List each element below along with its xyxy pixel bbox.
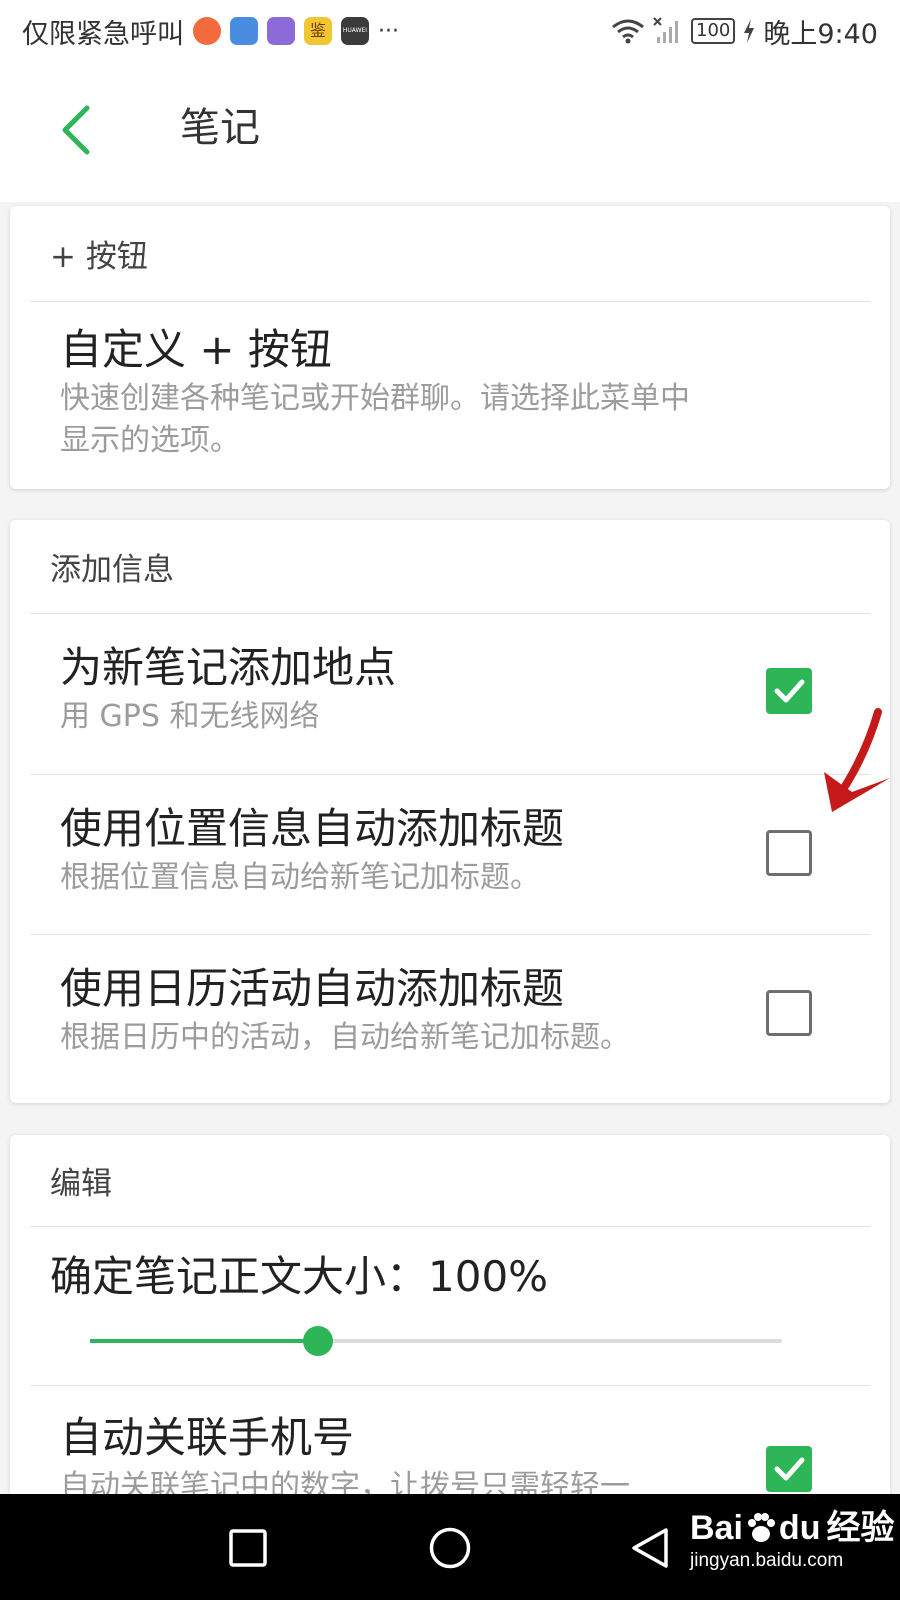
section-header: 添加信息 bbox=[30, 520, 870, 614]
item-title: 自动关联手机号 bbox=[60, 1413, 355, 1462]
checkmark-icon bbox=[774, 1457, 805, 1481]
red-arrow-icon bbox=[824, 708, 890, 812]
checkmark-icon bbox=[774, 679, 805, 703]
section-header: + 按钮 bbox=[30, 206, 870, 302]
paw-icon bbox=[747, 1513, 775, 1542]
item-title: 使用日历活动自动添加标题 bbox=[60, 964, 565, 1013]
app-header: 笔记 bbox=[0, 62, 900, 202]
status-bar-left: 仅限紧急呼叫 鉴 HUAWEI ··· bbox=[22, 12, 399, 51]
watermark-suffix: 经验 bbox=[826, 1509, 895, 1547]
item-subtitle: 根据日历中的活动，自动给新笔记加标题。 bbox=[60, 1020, 630, 1055]
location-title-checkbox[interactable] bbox=[766, 830, 812, 876]
item-subtitle-cont: 显示的选项。 bbox=[60, 423, 240, 458]
status-bar: 仅限紧急呼叫 鉴 HUAWEI ··· 100 晚上9:40 bbox=[0, 0, 900, 62]
app-icon-orange bbox=[193, 17, 221, 45]
list-item-add-location[interactable]: 为新笔记添加地点 用 GPS 和无线网络 bbox=[30, 614, 870, 774]
app-icon-yellow: 鉴 bbox=[304, 17, 332, 45]
app-icon-dark: HUAWEI bbox=[341, 17, 369, 45]
app-icon-blue bbox=[230, 17, 258, 45]
slider-thumb[interactable] bbox=[303, 1326, 334, 1356]
customize-plus-button-item[interactable]: 自定义 + 按钮 快速创建各种笔记或开始群聊。请选择此菜单中 显示的选项。 bbox=[30, 302, 870, 488]
list-item-calendar-title[interactable]: 使用日历活动自动添加标题 根据日历中的活动，自动给新笔记加标题。 bbox=[30, 934, 870, 1094]
back-button[interactable] bbox=[46, 100, 106, 160]
wifi-icon bbox=[612, 19, 644, 44]
baidu-jingyan-watermark: Bai du 经验 jingyan.baidu.com bbox=[690, 1508, 894, 1572]
item-subtitle: 快速创建各种笔记或开始群聊。请选择此菜单中 bbox=[60, 381, 690, 416]
font-size-slider[interactable] bbox=[90, 1326, 782, 1356]
battery-icon: 100 bbox=[691, 18, 736, 44]
clock: 晚上9:40 bbox=[763, 18, 878, 50]
slider-fill bbox=[90, 1339, 319, 1343]
home-circle-icon[interactable] bbox=[428, 1526, 472, 1570]
recents-square-icon[interactable] bbox=[228, 1528, 268, 1568]
more-notifications-icon: ··· bbox=[378, 18, 399, 44]
charging-icon bbox=[744, 19, 755, 43]
item-subtitle: 用 GPS 和无线网络 bbox=[60, 699, 320, 734]
app-icon-purple bbox=[267, 17, 295, 45]
watermark-brand-a: Bai bbox=[690, 1509, 743, 1547]
item-title: 使用位置信息自动添加标题 bbox=[60, 804, 565, 853]
section-header: 编辑 bbox=[30, 1135, 870, 1227]
back-triangle-icon[interactable] bbox=[628, 1526, 672, 1570]
font-size-setting: 确定笔记正文大小：100% bbox=[30, 1227, 870, 1385]
edit-section: 编辑 确定笔记正文大小：100% 自动关联手机号 自动关联笔记中的数字，让拨号只… bbox=[10, 1135, 890, 1555]
status-bar-right: 100 晚上9:40 bbox=[611, 12, 878, 51]
chevron-left-icon bbox=[62, 105, 90, 155]
item-title: 为新笔记添加地点 bbox=[60, 643, 397, 692]
calendar-title-checkbox[interactable] bbox=[766, 990, 812, 1036]
item-title: 自定义 + 按钮 bbox=[60, 325, 332, 374]
item-subtitle: 根据位置信息自动给新笔记加标题。 bbox=[60, 860, 540, 895]
list-item-location-title[interactable]: 使用位置信息自动添加标题 根据位置信息自动给新笔记加标题。 bbox=[30, 774, 870, 934]
add-info-section: 添加信息 为新笔记添加地点 用 GPS 和无线网络 使用位置信息自动添加标题 根… bbox=[10, 520, 890, 1103]
page-title: 笔记 bbox=[180, 105, 260, 151]
font-size-label: 确定笔记正文大小：100% bbox=[50, 1252, 549, 1301]
emergency-call-notice: 仅限紧急呼叫 bbox=[22, 18, 184, 50]
location-checkbox[interactable] bbox=[766, 668, 812, 714]
no-signal-icon bbox=[653, 17, 678, 43]
watermark-url: jingyan.baidu.com bbox=[690, 1550, 844, 1571]
plus-button-section: + 按钮 自定义 + 按钮 快速创建各种笔记或开始群聊。请选择此菜单中 显示的选… bbox=[10, 206, 890, 489]
auto-phone-checkbox[interactable] bbox=[766, 1446, 812, 1492]
watermark-brand-b: du bbox=[778, 1509, 821, 1547]
